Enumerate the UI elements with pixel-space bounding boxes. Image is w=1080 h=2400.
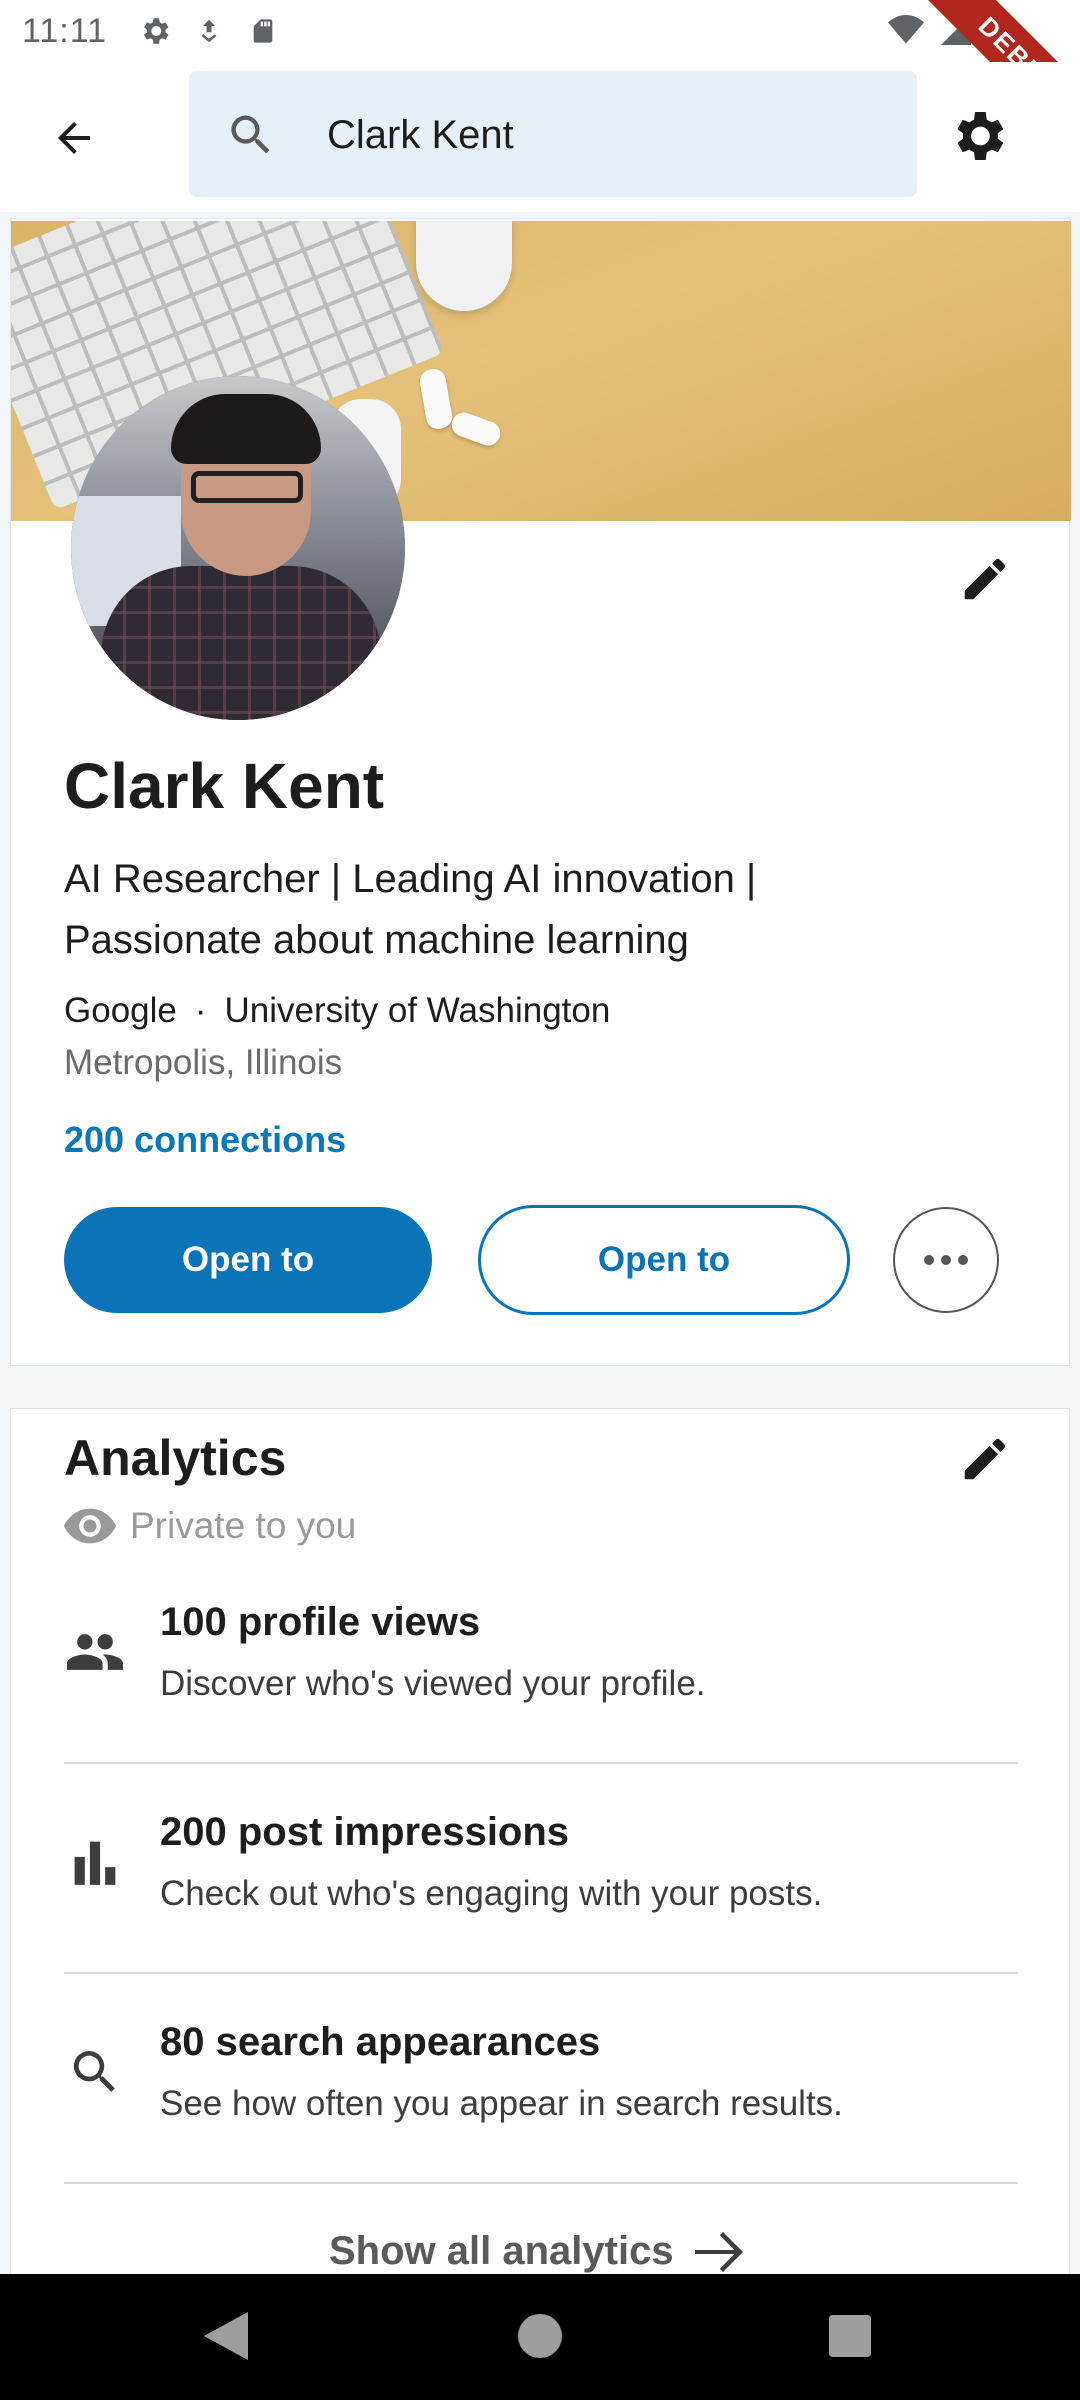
- open-to-outline-button[interactable]: Open to: [478, 1205, 850, 1315]
- settings-status-icon: [137, 13, 173, 49]
- analytics-item-title: 100 profile views: [160, 1600, 481, 1644]
- analytics-item-title: 200 post impressions: [160, 1810, 570, 1854]
- banner-earbud: [448, 409, 504, 449]
- triangle-back-icon: [204, 2312, 248, 2360]
- arrow-right-icon: [694, 2231, 743, 2272]
- people-icon: [67, 1634, 123, 1670]
- profile-location: Metropolis, Illinois: [64, 1043, 343, 1082]
- analytics-item-subtitle: Check out who's engaging with your posts…: [160, 1874, 823, 1913]
- privacy-indicator: Private to you: [64, 1505, 356, 1547]
- connections-link[interactable]: 200 connections: [64, 1119, 346, 1161]
- banner-mouse: [416, 221, 512, 311]
- analytics-item-subtitle: See how often you appear in search resul…: [160, 2084, 843, 2123]
- analytics-item-subtitle: Discover who's viewed your profile.: [160, 1664, 706, 1703]
- wifi-icon: [886, 12, 926, 57]
- system-navigation-bar: [0, 2274, 1080, 2400]
- arrow-back-icon: [58, 122, 90, 154]
- app-bar: [0, 62, 1080, 212]
- search-icon: [231, 115, 270, 154]
- profile-avatar[interactable]: [71, 376, 405, 720]
- analytics-item-title: 80 search appearances: [160, 2020, 601, 2064]
- profile-school: University of Washington: [224, 991, 611, 1030]
- edit-analytics-button[interactable]: [955, 1429, 1015, 1489]
- nav-back-button[interactable]: [196, 2306, 256, 2366]
- analytics-title: Analytics: [64, 1430, 287, 1486]
- analytics-item-post-impressions[interactable]: 200 post impressions Check out who's eng…: [64, 1764, 1018, 1974]
- profile-name: Clark Kent: [64, 750, 385, 822]
- status-bar: 11:11 DEBUG: [0, 0, 1080, 167]
- nav-recents-button[interactable]: [820, 2306, 880, 2366]
- nav-home-button[interactable]: [510, 2306, 570, 2366]
- analytics-card: Analytics Private to you 100 profile vie…: [10, 1408, 1070, 2278]
- sd-card-status-icon: [245, 13, 281, 49]
- open-to-button[interactable]: Open to: [64, 1207, 432, 1313]
- banner-earbud: [417, 367, 455, 431]
- eye-icon: [64, 1508, 116, 1544]
- download-status-icon: [191, 13, 227, 49]
- circle-home-icon: [518, 2314, 562, 2358]
- profile-headline: AI Researcher | Leading AI innovation | …: [64, 857, 757, 962]
- status-time: 11:11: [22, 11, 108, 50]
- bar-chart-icon: [74, 1841, 116, 1885]
- profile-company: Google: [64, 991, 177, 1030]
- privacy-label: Private to you: [130, 1505, 357, 1546]
- profile-organizations: Google · University of Washington: [64, 991, 610, 1031]
- show-all-analytics-link[interactable]: Show all analytics: [329, 2229, 744, 2274]
- profile-card: Clark Kent AI Researcher | Leading AI in…: [10, 218, 1071, 1366]
- search-input[interactable]: [327, 101, 887, 169]
- divider: [64, 2182, 1018, 2184]
- square-recents-icon: [829, 2315, 871, 2357]
- pencil-icon: [964, 558, 1006, 600]
- show-all-label: Show all analytics: [329, 2229, 674, 2273]
- pencil-icon: [964, 1438, 1006, 1480]
- settings-button[interactable]: [946, 104, 1010, 168]
- more-horizontal-icon: [924, 1255, 968, 1265]
- edit-profile-button[interactable]: [955, 549, 1015, 609]
- search-bar[interactable]: [189, 71, 917, 197]
- search-icon: [73, 2051, 115, 2092]
- analytics-item-profile-views[interactable]: 100 profile views Discover who's viewed …: [64, 1554, 1018, 1764]
- analytics-item-search-appearances[interactable]: 80 search appearances See how often you …: [64, 1974, 1018, 2184]
- separator-dot: ·: [194, 991, 207, 1030]
- more-options-button[interactable]: [893, 1207, 999, 1313]
- back-button[interactable]: [44, 108, 104, 168]
- gear-icon: [957, 112, 1004, 160]
